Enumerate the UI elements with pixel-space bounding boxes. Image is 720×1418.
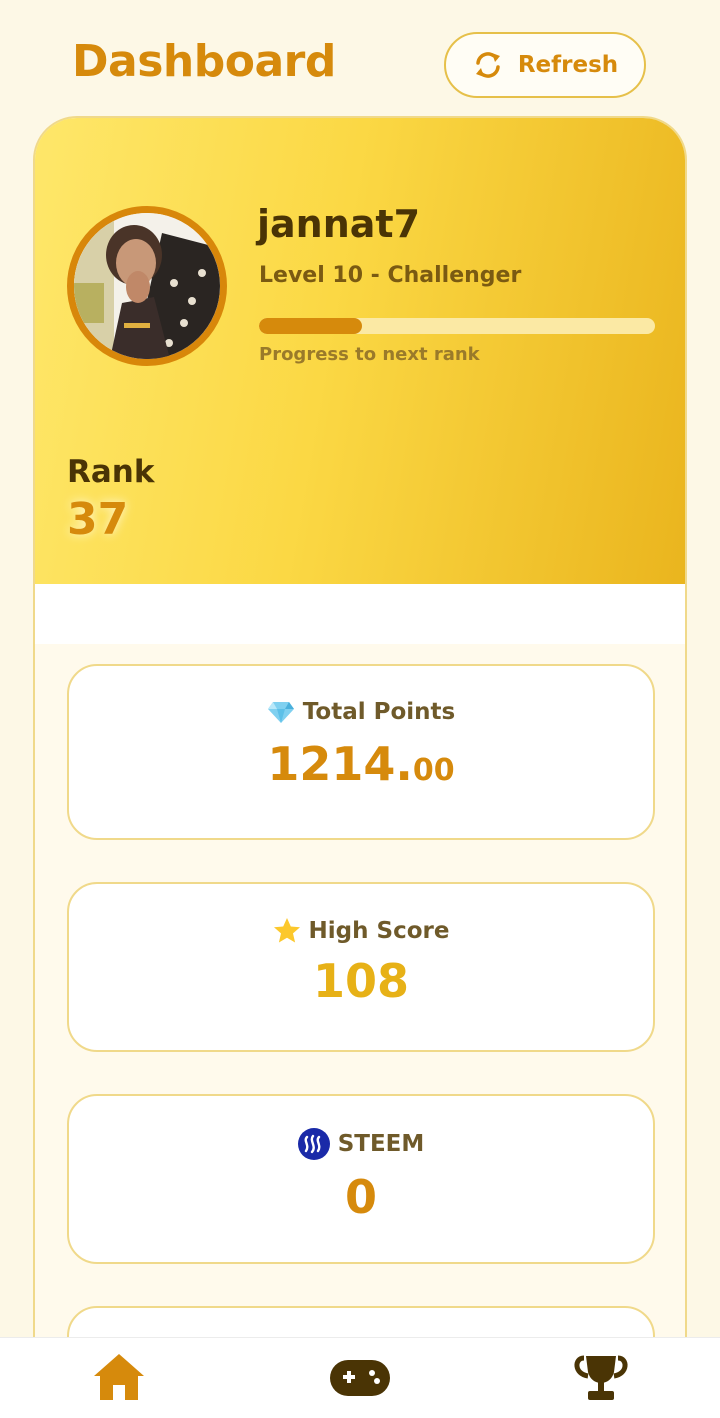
steem-card: STEEM 0 bbox=[67, 1094, 655, 1264]
total-points-value-decimal: 00 bbox=[412, 753, 455, 788]
refresh-label: Refresh bbox=[517, 52, 619, 78]
steem-icon bbox=[297, 1128, 330, 1160]
avatar bbox=[67, 206, 227, 366]
trophy-icon bbox=[574, 1355, 628, 1400]
nav-home[interactable] bbox=[92, 1352, 146, 1406]
star-icon bbox=[273, 918, 300, 943]
total-points-card: Total Points 1214.00 bbox=[67, 664, 655, 840]
username: jannat7 bbox=[257, 202, 421, 246]
high-score-label: High Score bbox=[308, 917, 450, 944]
total-points-value: 1214.00 bbox=[69, 737, 653, 791]
refresh-icon bbox=[475, 52, 500, 78]
refresh-button[interactable]: Refresh bbox=[444, 32, 646, 98]
steem-value: 0 bbox=[344, 1170, 377, 1224]
nav-games[interactable] bbox=[330, 1360, 390, 1400]
nav-leaderboard[interactable] bbox=[574, 1354, 628, 1406]
rank-label: Rank bbox=[67, 454, 155, 490]
high-score-card: High Score 108 bbox=[67, 882, 655, 1052]
gamepad-icon bbox=[330, 1360, 390, 1396]
level-text: Level 10 - Challenger bbox=[259, 263, 522, 288]
high-score-label-row: High Score bbox=[69, 917, 653, 944]
page-title: Dashboard bbox=[72, 36, 336, 87]
avatar-photo bbox=[74, 213, 220, 359]
home-icon bbox=[94, 1354, 144, 1400]
total-points-label-row: Total Points bbox=[69, 699, 653, 725]
steem-label-row: STEEM bbox=[69, 1128, 653, 1160]
steem-label: STEEM bbox=[337, 1131, 425, 1157]
total-points-value-main: 1214. bbox=[267, 737, 413, 791]
card-divider-band bbox=[35, 584, 685, 644]
high-score-value: 108 bbox=[312, 954, 410, 1008]
total-points-label: Total Points bbox=[302, 699, 456, 725]
progress-label: Progress to next rank bbox=[259, 344, 480, 365]
rank-progress-fill bbox=[259, 318, 362, 334]
profile-card: jannat7 Level 10 - Challenger Progress t… bbox=[33, 116, 687, 1416]
rank-value: 37 bbox=[67, 494, 129, 545]
rank-progress-bar bbox=[259, 318, 655, 334]
gem-icon bbox=[267, 702, 294, 723]
bottom-nav bbox=[0, 1337, 720, 1418]
